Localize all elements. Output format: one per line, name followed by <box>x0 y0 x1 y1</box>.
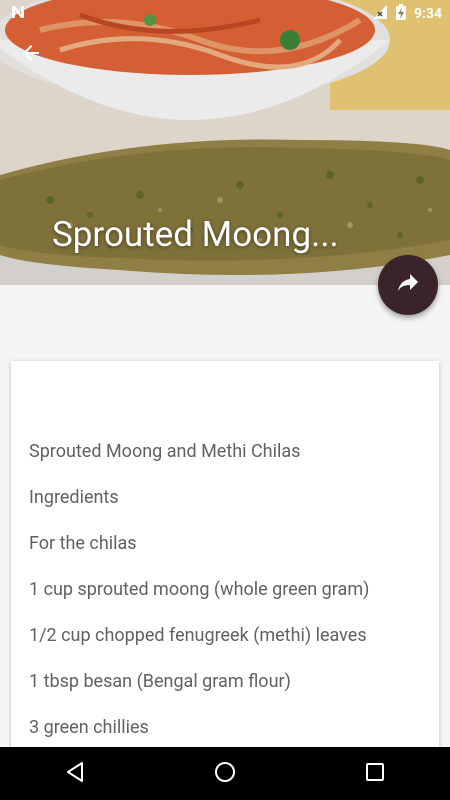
notification-n-icon <box>10 4 26 24</box>
recipe-content-card: Sprouted Moong and Methi Chilas Ingredie… <box>11 361 439 761</box>
battery-charging-icon <box>395 4 406 24</box>
arrow-left-icon <box>21 43 41 67</box>
status-bar: 9:34 <box>0 0 450 28</box>
home-circle-icon <box>214 761 236 787</box>
ingredient-item: 1 cup sprouted moong (whole green gram) <box>29 579 370 600</box>
status-time: 9:34 <box>413 6 442 22</box>
recents-square-icon <box>365 762 385 786</box>
back-triangle-icon <box>64 761 86 787</box>
nav-home-button[interactable] <box>205 754 245 794</box>
signal-no-data-icon <box>372 4 388 24</box>
share-button[interactable] <box>378 255 438 315</box>
share-arrow-icon <box>398 274 418 296</box>
recipe-line-ingredients-heading: Ingredients <box>29 487 119 508</box>
nav-recents-button[interactable] <box>355 754 395 794</box>
recipe-line-subheading: For the chilas <box>29 533 137 554</box>
recipe-line-name: Sprouted Moong and Methi Chilas <box>29 441 301 462</box>
back-button[interactable] <box>14 38 48 72</box>
nav-back-button[interactable] <box>55 754 95 794</box>
system-nav-bar <box>0 747 450 800</box>
ingredient-item: 1/2 cup chopped fenugreek (methi) leaves <box>29 625 367 646</box>
ingredient-item: 1 tbsp besan (Bengal gram flour) <box>29 671 291 692</box>
recipe-title: Sprouted Moong... <box>52 214 339 255</box>
